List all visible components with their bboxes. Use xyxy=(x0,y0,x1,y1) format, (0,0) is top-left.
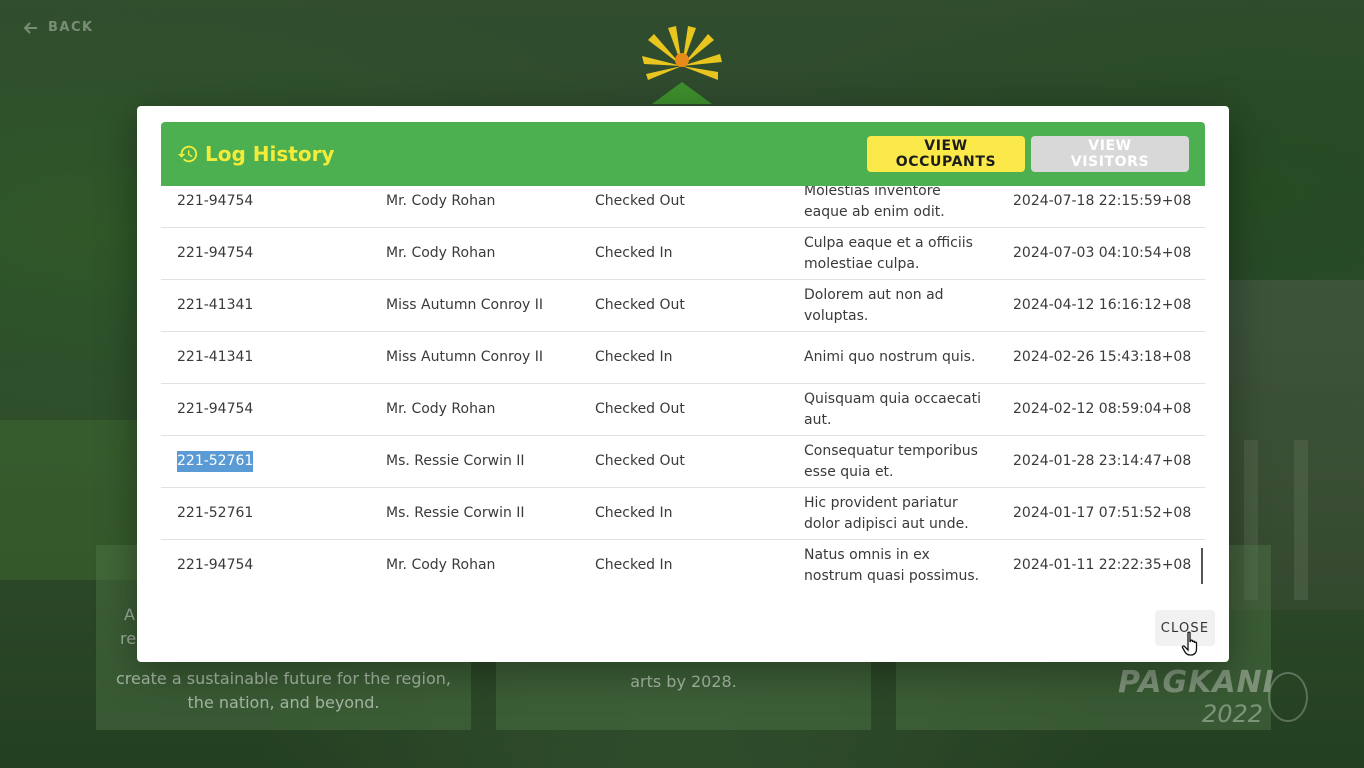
pagkani-brand: PAGKANI xyxy=(1118,665,1275,700)
remarks-line-2: dolor adipisci aut unde. xyxy=(804,515,969,532)
cell-remarks: Animi quo nostrum quis. xyxy=(804,347,994,368)
card2-line: arts by 2028. xyxy=(630,672,737,691)
cell-name: Mr. Cody Rohan xyxy=(386,245,496,261)
cell-datetime: 2024-02-12 08:59:04+08 xyxy=(1013,401,1192,417)
remarks-line-1: Molestias inventore xyxy=(804,186,941,199)
remarks-line-2: esse quia et. xyxy=(804,463,894,480)
remarks-line-2: molestiae culpa. xyxy=(804,255,920,272)
table-row: 221-41341 Miss Autumn Conroy II Checked … xyxy=(161,332,1205,384)
cell-datetime: 2024-02-26 15:43:18+08 xyxy=(1013,349,1192,365)
cell-datetime: 2024-01-11 22:22:35+08 xyxy=(1013,557,1192,573)
back-label: BACK xyxy=(48,20,94,35)
remarks-line-1: Hic provident pariatur xyxy=(804,494,958,511)
cell-id: 221-94754 xyxy=(177,401,254,417)
cell-name: Miss Autumn Conroy II xyxy=(386,297,544,313)
dialog-title: Log History xyxy=(177,142,334,166)
cell-id: 221-94754 xyxy=(177,193,254,209)
hand-pointer-icon xyxy=(1181,631,1198,656)
cell-datetime: 2024-01-17 07:51:52+08 xyxy=(1013,505,1192,521)
table-row: 221-52761 Ms. Ressie Corwin II Checked O… xyxy=(161,436,1205,488)
cell-name: Miss Autumn Conroy II xyxy=(386,349,544,365)
cell-status: Checked Out xyxy=(595,193,685,209)
table-row: 221-41341 Miss Autumn Conroy II Checked … xyxy=(161,280,1205,332)
cell-id: 221-41341 xyxy=(177,297,254,313)
cell-remarks: Hic provident pariatur dolor adipisci au… xyxy=(804,493,994,535)
card1-line-4: the nation, and beyond. xyxy=(187,693,380,712)
view-visitors-button[interactable]: VIEW VISITORS xyxy=(1031,136,1189,172)
remarks-line-1: Quisquam quia occaecati xyxy=(804,390,981,407)
cell-name: Mr. Cody Rohan xyxy=(386,193,496,209)
remarks-line-2: voluptas. xyxy=(804,307,869,324)
cell-status: Checked In xyxy=(595,245,673,261)
cell-id: 221-41341 xyxy=(177,349,254,365)
cell-id-selected: 221-52761 xyxy=(177,451,254,472)
cell-name: Mr. Cody Rohan xyxy=(386,557,496,573)
pagkani-year: 2022 xyxy=(1202,700,1264,728)
cell-status: Checked Out xyxy=(595,297,685,313)
cell-remarks: Quisquam quia occaecati aut. xyxy=(804,389,994,431)
table-scrollbar[interactable] xyxy=(1201,548,1203,584)
cell-remarks: Culpa eaque et a officiis molestiae culp… xyxy=(804,233,994,275)
card1-fragment-a: A xyxy=(124,605,135,624)
log-history-dialog: Log History VIEW OCCUPANTS VIEW VISITORS… xyxy=(137,106,1229,662)
remarks-line-2: aut. xyxy=(804,411,832,428)
cell-datetime: 2024-04-12 16:16:12+08 xyxy=(1013,297,1192,313)
cell-remarks: Natus omnis in ex nostrum quasi possimus… xyxy=(804,545,994,587)
table-row: 221-52761 Ms. Ressie Corwin II Checked I… xyxy=(161,488,1205,540)
view-occupants-button[interactable]: VIEW OCCUPANTS xyxy=(867,136,1025,172)
cell-datetime: 2024-07-18 22:15:59+08 xyxy=(1013,193,1192,209)
remarks-line-1: Culpa eaque et a officiis xyxy=(804,234,973,251)
dialog-title-text: Log History xyxy=(205,142,335,166)
remarks-line-1: Consequatur temporibus xyxy=(804,442,978,459)
remarks-line-1: Animi quo nostrum quis. xyxy=(804,349,976,365)
university-seal-icon xyxy=(1268,672,1308,722)
cell-status: Checked In xyxy=(595,505,673,521)
remarks-line-2: nostrum quasi possimus. xyxy=(804,567,980,584)
table-row: 221-94754 Mr. Cody Rohan Checked Out Mol… xyxy=(161,186,1205,228)
cell-status: Checked In xyxy=(595,557,673,573)
table-row: 221-94754 Mr. Cody Rohan Checked In Natu… xyxy=(161,540,1205,586)
cell-id: 221-94754 xyxy=(177,245,254,261)
cell-status: Checked In xyxy=(595,349,673,365)
cell-name: Mr. Cody Rohan xyxy=(386,401,496,417)
card1-fragment-b: re xyxy=(120,629,137,648)
cell-remarks: Dolorem aut non ad voluptas. xyxy=(804,285,994,327)
cell-status: Checked Out xyxy=(595,401,685,417)
cell-remarks: Molestias inventore eaque ab enim odit. xyxy=(804,186,994,223)
cell-remarks: Consequatur temporibus esse quia et. xyxy=(804,441,994,483)
table-row: 221-94754 Mr. Cody Rohan Checked In Culp… xyxy=(161,228,1205,280)
dialog-header: Log History VIEW OCCUPANTS VIEW VISITORS xyxy=(161,122,1205,186)
cell-datetime: 2024-07-03 04:10:54+08 xyxy=(1013,245,1192,261)
arrow-left-icon xyxy=(24,21,37,34)
history-icon xyxy=(177,145,198,163)
card1-line-3: create a sustainable future for the regi… xyxy=(115,669,452,688)
cell-id: 221-94754 xyxy=(177,557,254,573)
table-row: 221-94754 Mr. Cody Rohan Checked Out Qui… xyxy=(161,384,1205,436)
cell-name: Ms. Ressie Corwin II xyxy=(386,505,525,521)
remarks-line-1: Natus omnis in ex xyxy=(804,546,930,563)
remarks-line-1: Dolorem aut non ad xyxy=(804,286,944,303)
cell-status: Checked Out xyxy=(595,453,685,469)
back-link[interactable]: BACK xyxy=(24,20,94,35)
cell-id: 221-52761 xyxy=(177,505,254,521)
log-table[interactable]: 221-94754 Mr. Cody Rohan Checked Out Mol… xyxy=(161,186,1205,586)
sunburst-torch-logo xyxy=(642,26,722,104)
cell-datetime: 2024-01-28 23:14:47+08 xyxy=(1013,453,1192,469)
cell-name: Ms. Ressie Corwin II xyxy=(386,453,525,469)
remarks-line-2: eaque ab enim odit. xyxy=(804,203,945,220)
